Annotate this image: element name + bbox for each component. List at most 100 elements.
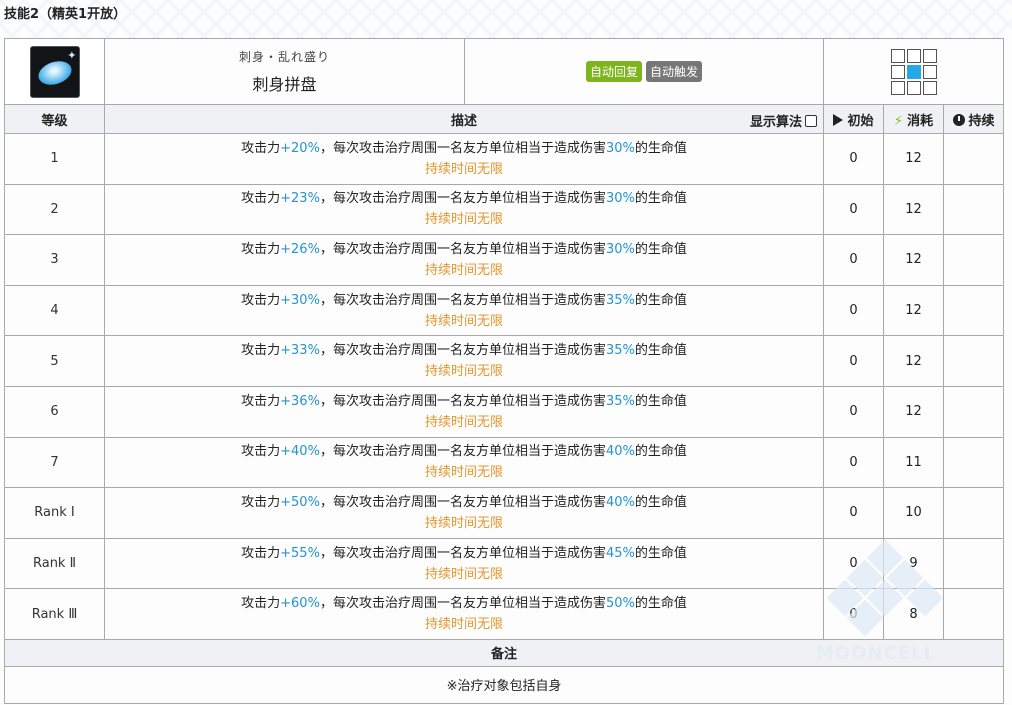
heal-ratio: 35% bbox=[605, 393, 635, 409]
skill-duration bbox=[942, 183, 1005, 236]
heal-ratio: 50% bbox=[605, 596, 635, 612]
range-cell-empty bbox=[922, 48, 937, 63]
atk-bonus: +30% bbox=[280, 292, 320, 308]
level-label: 1 bbox=[4, 133, 105, 185]
desc-prefix: 攻击力 bbox=[241, 191, 281, 207]
desc-prefix: 攻击力 bbox=[241, 140, 281, 156]
initial-sp: 0 bbox=[823, 335, 884, 387]
desc-middle: ，每次攻击治疗周围一名友方单位相当于造成伤害 bbox=[319, 343, 606, 359]
desc-suffix: 的生命值 bbox=[634, 191, 687, 207]
level-description: 攻击力+20%，每次攻击治疗周围一名友方单位相当于造成伤害30%的生命值 持续时间… bbox=[104, 133, 824, 185]
skill-duration bbox=[942, 335, 1005, 387]
level-row: 3 攻击力+26%，每次攻击治疗周围一名友方单位相当于造成伤害30%的生命值持续时… bbox=[4, 234, 1005, 286]
level-label: 4 bbox=[4, 284, 105, 337]
desc-middle: ，每次攻击治疗周围一名友方单位相当于造成伤害 bbox=[319, 140, 606, 156]
show-algorithm-toggle[interactable]: 显示算法 bbox=[750, 111, 817, 130]
skill-duration bbox=[942, 588, 1005, 640]
col-initial: 初始 bbox=[823, 104, 884, 134]
range-cell-empty bbox=[906, 48, 921, 63]
heal-ratio: 45% bbox=[605, 545, 635, 561]
tag-auto-trigger: 自动触发 bbox=[646, 61, 703, 82]
skill-duration bbox=[942, 284, 1005, 337]
description-line: 攻击力+40%，每次攻击治疗周围一名友方单位相当于造成伤害40%的生命值 bbox=[105, 441, 823, 462]
initial-sp: 0 bbox=[823, 133, 884, 185]
col-description-label: 描述 bbox=[450, 113, 477, 129]
level-row: Rank Ⅲ 攻击力+60%，每次攻击治疗周围一名友方单位相当于造成伤害50%的生… bbox=[4, 588, 1005, 640]
desc-middle: ，每次攻击治疗周围一名友方单位相当于造成伤害 bbox=[319, 444, 606, 460]
section-title: 技能2（精英1开放） bbox=[4, 7, 127, 22]
desc-suffix: 的生命值 bbox=[634, 494, 687, 510]
description-line: 攻击力+33%，每次攻击治疗周围一名友方单位相当于造成伤害35%的生命值 bbox=[105, 340, 823, 361]
heal-ratio: 35% bbox=[605, 292, 635, 308]
duration-note: 持续时间无限 bbox=[424, 617, 503, 633]
show-algorithm-checkbox[interactable] bbox=[805, 114, 817, 127]
initial-sp: 0 bbox=[823, 588, 884, 640]
atk-bonus: +50% bbox=[280, 494, 320, 510]
desc-middle: ，每次攻击治疗周围一名友方单位相当于造成伤害 bbox=[319, 393, 606, 409]
desc-prefix: 攻击力 bbox=[241, 393, 281, 409]
level-row: 2 攻击力+23%，每次攻击治疗周围一名友方单位相当于造成伤害30%的生命值 持续时… bbox=[4, 183, 1005, 236]
desc-suffix: 的生命值 bbox=[634, 393, 687, 409]
skill-duration bbox=[942, 133, 1005, 185]
duration-note: 持续时间无限 bbox=[424, 414, 503, 430]
col-cost-label: 消耗 bbox=[907, 113, 934, 129]
range-cell-empty bbox=[906, 80, 921, 95]
desc-middle: ，每次攻击治疗周围一名友方单位相当于造成伤害 bbox=[319, 241, 606, 257]
range-cell-self bbox=[906, 64, 921, 79]
initial-sp: 0 bbox=[823, 183, 884, 236]
level-description: 攻击力+60%，每次攻击治疗周围一名友方单位相当于造成伤害50%的生命值 持续时间… bbox=[104, 588, 824, 640]
play-icon bbox=[833, 113, 844, 126]
duration-note: 持续时间无限 bbox=[424, 364, 503, 380]
sp-cost: 12 bbox=[883, 335, 944, 387]
level-row: Rank Ⅰ 攻击力+50%，每次攻击治疗周围一名友方单位相当于造成伤害40%的生… bbox=[4, 487, 1005, 539]
skill-name-cell: 刺身・乱れ盛り 刺身拼盘 bbox=[104, 38, 465, 105]
desc-prefix: 攻击力 bbox=[241, 444, 281, 460]
range-cell-empty bbox=[922, 80, 937, 95]
sp-cost: 12 bbox=[883, 234, 944, 286]
sp-cost: 12 bbox=[883, 385, 944, 438]
sp-cost: 8 bbox=[883, 588, 944, 640]
initial-sp: 0 bbox=[823, 284, 884, 337]
heal-ratio: 40% bbox=[605, 494, 635, 510]
level-description: 攻击力+23%，每次攻击治疗周围一名友方单位相当于造成伤害30%的生命值 持续时间… bbox=[104, 183, 824, 236]
desc-suffix: 的生命值 bbox=[634, 444, 687, 460]
desc-suffix: 的生命值 bbox=[634, 596, 687, 612]
level-description: 攻击力+55%，每次攻击治疗周围一名友方单位相当于造成伤害45%的生命值 持续时间… bbox=[104, 537, 824, 590]
duration-note: 持续时间无限 bbox=[424, 465, 503, 481]
duration-note: 持续时间无限 bbox=[424, 161, 503, 177]
level-label: 3 bbox=[4, 234, 105, 286]
col-duration-label: 持续 bbox=[968, 113, 995, 129]
sp-cost: 11 bbox=[883, 436, 944, 489]
duration-note: 持续时间无限 bbox=[424, 515, 503, 531]
atk-bonus: +23% bbox=[280, 191, 320, 207]
col-level: 等级 bbox=[4, 104, 105, 134]
atk-bonus: +60% bbox=[280, 596, 320, 612]
duration-note: 持续时间无限 bbox=[424, 262, 503, 278]
level-description: 攻击力+30%，每次攻击治疗周围一名友方单位相当于造成伤害35%的生命值 持续时间… bbox=[104, 284, 824, 337]
sp-cost: 9 bbox=[883, 537, 944, 590]
skill-name: 刺身拼盘 bbox=[252, 75, 317, 94]
desc-prefix: 攻击力 bbox=[241, 596, 281, 612]
duration-note: 持续时间无限 bbox=[424, 566, 503, 582]
duration-note: 持续时间无限 bbox=[424, 212, 503, 228]
level-description: 攻击力+36%，每次攻击治疗周围一名友方单位相当于造成伤害35%的生命值 持续时间… bbox=[104, 385, 824, 438]
sp-cost: 12 bbox=[883, 133, 944, 185]
col-description: 描述 显示算法 bbox=[104, 104, 824, 134]
level-row: 4 攻击力+30%，每次攻击治疗周围一名友方单位相当于造成伤害35%的生命值 持续时… bbox=[4, 284, 1005, 337]
level-label: 7 bbox=[4, 436, 105, 489]
atk-bonus: +33% bbox=[280, 343, 320, 359]
desc-prefix: 攻击力 bbox=[241, 545, 281, 561]
heal-ratio: 40% bbox=[605, 444, 635, 460]
desc-prefix: 攻击力 bbox=[241, 292, 281, 308]
desc-suffix: 的生命值 bbox=[634, 241, 687, 257]
level-label: Rank Ⅱ bbox=[4, 537, 105, 590]
skill-name-jp: 刺身・乱れ盛り bbox=[238, 50, 330, 64]
initial-sp: 0 bbox=[823, 234, 884, 286]
initial-sp: 0 bbox=[823, 537, 884, 590]
description-line: 攻击力+26%，每次攻击治疗周围一名友方单位相当于造成伤害30%的生命值 bbox=[105, 239, 823, 260]
atk-bonus: +20% bbox=[280, 140, 320, 156]
column-header-row: 等级 描述 显示算法 初始 ⚡ 消耗 持续 bbox=[4, 104, 1005, 134]
range-cell bbox=[822, 38, 1005, 105]
level-description: 攻击力+40%，每次攻击治疗周围一名友方单位相当于造成伤害40%的生命值持续时间… bbox=[104, 436, 824, 489]
skill-header-row: ✦ 刺身・乱れ盛り 刺身拼盘 自动回复 自动触发 bbox=[4, 38, 1005, 105]
